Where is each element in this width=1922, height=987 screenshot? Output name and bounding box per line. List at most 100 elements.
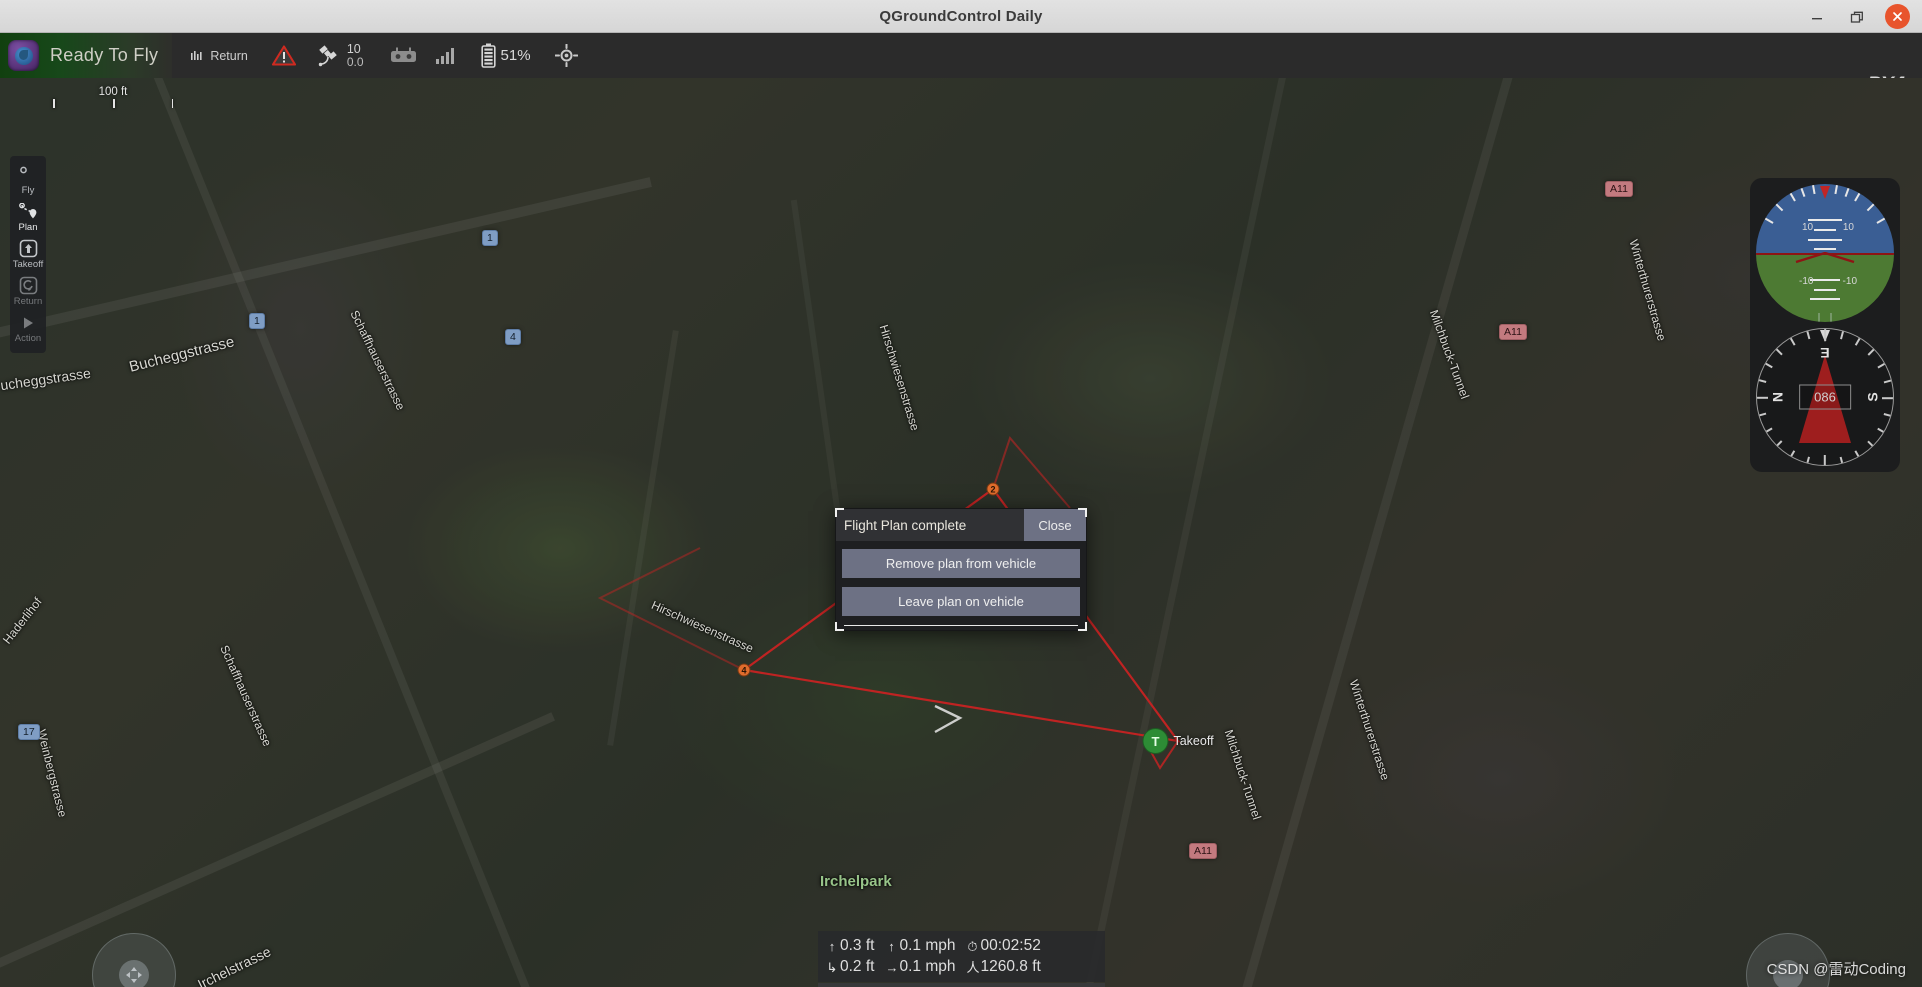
- gps-hdop-value: 0.0: [346, 54, 364, 69]
- altitude-value: 0.3 ft: [840, 937, 875, 954]
- instrument-panel: 10 10 -10 -10 E N S 086: [1750, 178, 1900, 472]
- flight-plan-complete-dialog: Flight Plan complete Close Remove plan f…: [835, 508, 1087, 631]
- window-titlebar: QGroundControl Daily: [0, 0, 1922, 33]
- rc-controller-icon[interactable]: [384, 33, 423, 78]
- minimize-icon[interactable]: [1805, 5, 1829, 29]
- telemetry-row: ↳ 0.2 ft → 0.1 mph 人 1260.8 ft: [826, 957, 1097, 978]
- map-scale-bar: 100 ft: [53, 86, 173, 108]
- dpad-icon: [126, 967, 142, 983]
- relative-altitude-icon: ↳: [826, 959, 838, 975]
- sidebar-item-return[interactable]: Return: [10, 272, 46, 309]
- gps-satellite-count: 10: [346, 42, 361, 56]
- attitude-indicator[interactable]: 10 10 -10 -10: [1756, 184, 1894, 322]
- plan-route-icon: [17, 201, 39, 222]
- route-marker[interactable]: A11: [1605, 181, 1633, 197]
- dialog-body: Remove plan from vehicle Leave plan on v…: [836, 541, 1086, 630]
- stopwatch-icon: ⏱: [967, 938, 978, 954]
- compass-cardinal-south: S: [1864, 392, 1881, 402]
- flight-time-value: 00:02:52: [980, 937, 1041, 954]
- warning-triangle-icon[interactable]: [266, 33, 302, 78]
- vehicle-status-text: Ready To Fly: [50, 45, 159, 65]
- sidebar-item-fly[interactable]: Fly: [10, 161, 46, 198]
- telemetry-flight-time: ⏱ 00:02:52: [966, 936, 1040, 957]
- dialog-corner-marker: [835, 622, 844, 631]
- battery-percent: 51%: [500, 47, 531, 64]
- compass-heading-value: 086: [1799, 384, 1851, 410]
- sidebar-label-plan: Plan: [18, 222, 38, 233]
- waypoint-marker[interactable]: 4: [737, 663, 751, 677]
- telemetry-row: ↑ 0.3 ft ↑ 0.1 mph ⏱ 00:02:52: [826, 936, 1097, 957]
- vehicle-label: Takeoff: [1173, 734, 1214, 748]
- play-action-icon: [20, 312, 36, 333]
- qgroundcontrol-window: QGroundControl Daily Ready To Fly Return…: [0, 0, 1922, 987]
- pitch-label-down-right: -10: [1842, 276, 1857, 287]
- distance-value: 1260.8 ft: [980, 957, 1041, 975]
- climb-rate-icon: ↑: [888, 938, 895, 954]
- flight-mode-icon: [191, 50, 202, 60]
- fly-icon: [19, 164, 37, 185]
- route-marker[interactable]: 4: [505, 329, 521, 345]
- qgroundcontrol-logo-icon: [8, 40, 39, 71]
- distance-icon: 人: [966, 959, 980, 975]
- gps-crosshair-icon[interactable]: [549, 33, 584, 78]
- sidebar-item-action[interactable]: Action: [10, 309, 46, 346]
- route-marker[interactable]: 17: [18, 724, 40, 740]
- route-marker[interactable]: 1: [482, 230, 498, 246]
- pitch-label-up-right: 10: [1842, 222, 1854, 233]
- sidebar-label-takeoff: Takeoff: [12, 259, 44, 270]
- main-toolbar: Ready To Fly Return 10 0.0 51%: [0, 33, 1922, 101]
- roll-pointer-icon: [1820, 186, 1830, 199]
- sidebar-label-return: Return: [13, 296, 43, 307]
- window-controls: [1805, 0, 1916, 33]
- remove-plan-from-vehicle-button[interactable]: Remove plan from vehicle: [842, 549, 1080, 578]
- watermark-text: CSDN @雷动Coding: [1766, 961, 1906, 978]
- close-icon[interactable]: [1885, 4, 1910, 29]
- dialog-title: Flight Plan complete: [844, 517, 967, 533]
- route-marker[interactable]: A11: [1499, 324, 1527, 340]
- vehicle-status-button[interactable]: Ready To Fly: [0, 33, 173, 78]
- signal-bars-icon[interactable]: [429, 33, 463, 78]
- telemetry-altitude: ↑ 0.3 ft: [826, 936, 875, 957]
- satellite-icon: [318, 44, 337, 66]
- takeoff-arrow-icon: [19, 238, 38, 259]
- sidebar-label-fly: Fly: [21, 185, 35, 196]
- compass-cardinal-north: N: [1770, 391, 1787, 403]
- return-home-icon: [19, 275, 38, 296]
- joystick-left-knob[interactable]: [119, 960, 149, 987]
- aircraft-symbol-icon: [1795, 252, 1855, 264]
- ground-speed-value: 0.1 mph: [899, 957, 956, 975]
- compass-heading-indicator[interactable]: E N S 086: [1756, 328, 1894, 466]
- map-scale-label: 100 ft: [98, 86, 128, 98]
- vehicle-marker[interactable]: T Takeoff: [1142, 728, 1214, 754]
- return-label: Return: [210, 48, 248, 63]
- telemetry-ground-speed: → 0.1 mph: [885, 957, 955, 978]
- waypoint-marker[interactable]: 2: [986, 482, 1000, 496]
- route-marker[interactable]: A11: [1189, 843, 1217, 859]
- relative-altitude-value: 0.2 ft: [840, 957, 875, 975]
- sidebar-item-takeoff[interactable]: Takeoff: [10, 235, 46, 272]
- ground-speed-icon: →: [885, 959, 899, 975]
- telemetry-climb-rate: ↑ 0.1 mph: [885, 936, 955, 957]
- flight-map[interactable]: 100 ft Fly Plan Takeoff Return Action Bu…: [0, 78, 1922, 987]
- maximize-icon[interactable]: [1845, 5, 1869, 29]
- dialog-corner-marker: [1078, 508, 1087, 517]
- sidebar-item-plan[interactable]: Plan: [10, 198, 46, 235]
- telemetry-values-panel: ↑ 0.3 ft ↑ 0.1 mph ⏱ 00:02:52 ↳ 0.2 ft →…: [818, 931, 1105, 982]
- action-confirm-panel: Takeoff from ground and start the curren…: [818, 983, 1105, 987]
- pitch-label-down-left: -10: [1799, 276, 1814, 287]
- compass-cardinal-east: E: [1820, 345, 1830, 361]
- leave-plan-on-vehicle-button[interactable]: Leave plan on vehicle: [842, 587, 1080, 616]
- climb-rate-value: 0.1 mph: [899, 937, 956, 954]
- gps-status-indicator[interactable]: 10 0.0: [310, 33, 370, 78]
- battery-icon: [480, 43, 496, 68]
- dialog-divider: [844, 625, 1078, 626]
- telemetry-distance: 人 1260.8 ft: [966, 957, 1040, 978]
- window-title: QGroundControl Daily: [879, 7, 1043, 25]
- dialog-header: Flight Plan complete Close: [836, 509, 1086, 541]
- return-button[interactable]: Return: [184, 33, 254, 78]
- route-marker[interactable]: 1: [249, 313, 265, 329]
- battery-indicator[interactable]: 51%: [475, 33, 537, 78]
- dialog-close-button[interactable]: Close: [1024, 509, 1086, 541]
- flight-view-toolstrip: Fly Plan Takeoff Return Action: [10, 156, 46, 353]
- attitude-base-marker: [1818, 313, 1832, 322]
